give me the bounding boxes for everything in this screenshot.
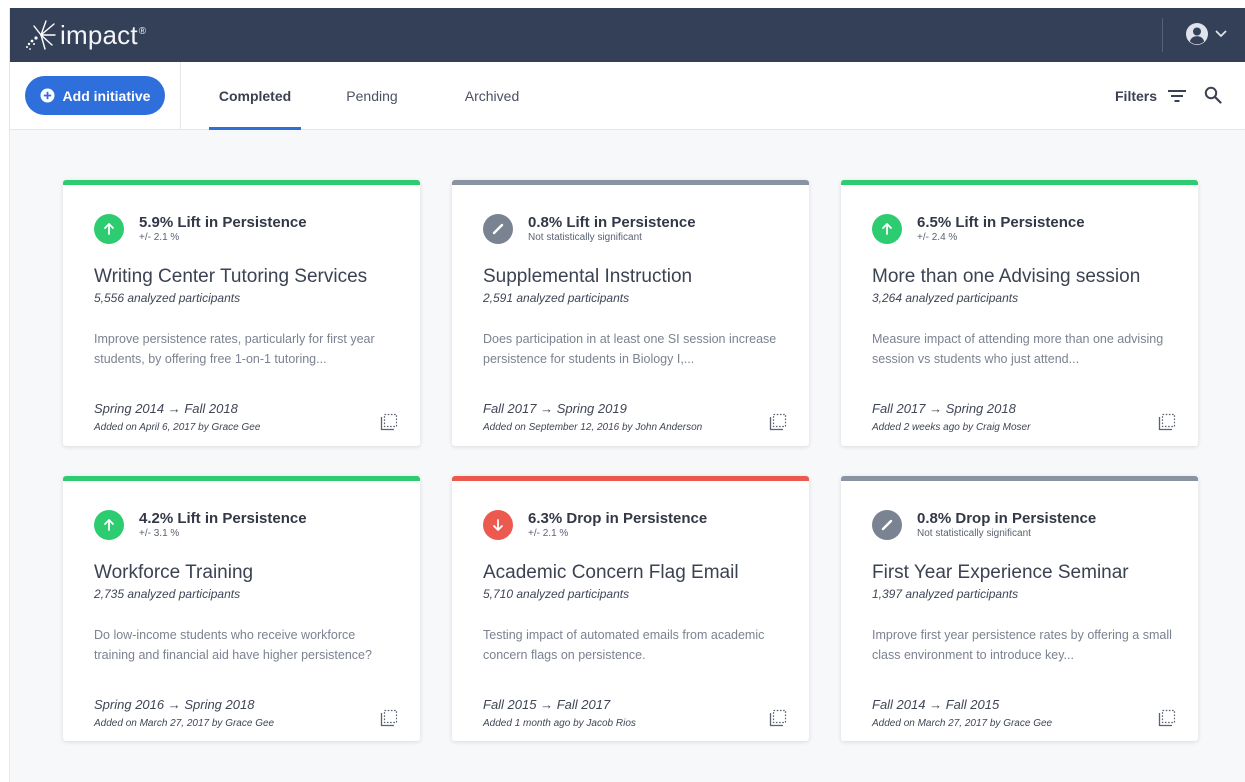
participant-count: 2,735 analyzed participants <box>94 587 241 601</box>
user-menu[interactable] <box>1185 22 1227 46</box>
metric-subtitle: Not statistically significant <box>528 232 642 243</box>
arrow-up-icon <box>872 214 902 244</box>
initiative-card-first-year-seminar[interactable]: 0.8% Drop in Persistence Not statistical… <box>841 476 1198 741</box>
added-info: Added on March 27, 2017 by Grace Gee <box>94 718 275 729</box>
expand-card-button[interactable] <box>769 413 787 436</box>
window-top-edge <box>0 0 1245 8</box>
filters-button[interactable]: Filters <box>1115 62 1187 130</box>
participant-count: 2,591 analyzed participants <box>483 291 630 305</box>
metric-title: 4.2% Lift in Persistence <box>139 510 307 527</box>
metric-subtitle: +/- 2.1 % <box>139 232 180 243</box>
date-range: Fall 2017 → Spring 2018 <box>872 401 1016 416</box>
card-metric: 0.8% Lift in Persistence Not statistical… <box>483 214 696 244</box>
arrow-up-icon <box>94 510 124 540</box>
date-range: Fall 2014 → Fall 2015 <box>872 697 1000 712</box>
metric-subtitle: +/- 3.1 % <box>139 528 180 539</box>
expand-card-button[interactable] <box>1158 413 1176 436</box>
plus-circle-icon <box>40 88 55 103</box>
added-info: Added 2 weeks ago by Craig Moser <box>872 422 1031 433</box>
added-info: Added 1 month ago by Jacob Rios <box>483 718 636 729</box>
app-name: impact® <box>60 19 147 50</box>
metric-title: 6.3% Drop in Persistence <box>528 510 708 527</box>
card-title[interactable]: Academic Concern Flag Email <box>483 562 739 584</box>
impact-logo-icon <box>26 20 56 50</box>
metric-title: 0.8% Drop in Persistence <box>917 510 1097 527</box>
date-range: Spring 2016 → Spring 2018 <box>94 697 255 712</box>
card-title[interactable]: More than one Advising session <box>872 266 1140 288</box>
filter-lines-icon <box>1168 90 1187 102</box>
dotted-box-icon <box>769 413 787 431</box>
date-range: Fall 2015 → Fall 2017 <box>483 697 611 712</box>
participant-count: 1,397 analyzed participants <box>872 587 1019 601</box>
card-description: Improve persistence rates, particularly … <box>94 332 375 366</box>
tab-pending[interactable]: Pending <box>336 62 408 130</box>
participant-count: 5,556 analyzed participants <box>94 291 241 305</box>
card-description: Does participation in at least one SI se… <box>483 332 777 366</box>
card-metric: 5.9% Lift in Persistence +/- 2.1 % <box>94 214 307 244</box>
search-icon <box>1204 86 1222 104</box>
card-metric: 0.8% Drop in Persistence Not statistical… <box>872 510 1096 540</box>
initiative-card-advising-session[interactable]: 6.5% Lift in Persistence +/- 2.4 % More … <box>841 180 1198 446</box>
card-description: Improve first year persistence rates by … <box>872 628 1172 662</box>
metric-title: 5.9% Lift in Persistence <box>139 214 307 231</box>
chevron-down-icon <box>1215 30 1227 38</box>
added-info: Added on September 12, 2016 by John Ande… <box>483 422 703 433</box>
date-range: Spring 2014 → Fall 2018 <box>94 401 238 416</box>
card-description: Do low-income students who receive workf… <box>94 628 372 662</box>
dotted-box-icon <box>1158 709 1176 727</box>
card-description: Testing impact of automated emails from … <box>483 628 765 662</box>
card-metric: 4.2% Lift in Persistence +/- 3.1 % <box>94 510 307 540</box>
added-info: Added on March 27, 2017 by Grace Gee <box>872 718 1053 729</box>
filters-label: Filters <box>1115 88 1158 104</box>
dotted-box-icon <box>769 709 787 727</box>
pencil-slash-icon <box>872 510 902 540</box>
initiative-card-supplemental-instruction[interactable]: 0.8% Lift in Persistence Not statistical… <box>452 180 809 446</box>
search-button[interactable] <box>1204 86 1222 109</box>
expand-card-button[interactable] <box>380 709 398 732</box>
metric-title: 6.5% Lift in Persistence <box>917 214 1085 231</box>
initiative-card-writing-center[interactable]: 5.9% Lift in Persistence +/- 2.1 % Writi… <box>63 180 420 446</box>
metric-title: 0.8% Lift in Persistence <box>528 214 696 231</box>
initiatives-toolbar: Add initiative Completed Pending Archive… <box>10 62 1245 130</box>
card-title[interactable]: Writing Center Tutoring Services <box>94 266 367 288</box>
window-left-edge <box>0 8 10 782</box>
dotted-box-icon <box>380 413 398 431</box>
card-metric: 6.5% Lift in Persistence +/- 2.4 % <box>872 214 1085 244</box>
arrow-up-icon <box>94 214 124 244</box>
add-initiative-label: Add initiative <box>62 87 151 104</box>
expand-card-button[interactable] <box>769 709 787 732</box>
top-navbar: impact® <box>10 8 1245 62</box>
add-initiative-button[interactable]: Add initiative <box>25 76 165 115</box>
metric-subtitle: +/- 2.1 % <box>528 528 569 539</box>
participant-count: 5,710 analyzed participants <box>483 587 630 601</box>
card-title[interactable]: Workforce Training <box>94 562 253 584</box>
navbar-divider <box>1162 18 1163 52</box>
metric-subtitle: +/- 2.4 % <box>917 232 958 243</box>
dotted-box-icon <box>380 709 398 727</box>
arrow-down-icon <box>483 510 513 540</box>
toolbar-divider <box>180 62 181 130</box>
expand-card-button[interactable] <box>1158 709 1176 732</box>
expand-card-button[interactable] <box>380 413 398 436</box>
card-description: Measure impact of attending more than on… <box>872 332 1164 366</box>
tab-archived[interactable]: Archived <box>453 62 531 130</box>
user-avatar-icon <box>1186 23 1208 45</box>
card-metric: 6.3% Drop in Persistence +/- 2.1 % <box>483 510 707 540</box>
app-logo[interactable]: impact® <box>24 18 146 52</box>
trademark-symbol: ® <box>138 25 147 37</box>
tab-completed[interactable]: Completed <box>209 62 301 130</box>
card-title[interactable]: First Year Experience Seminar <box>872 562 1129 584</box>
participant-count: 3,264 analyzed participants <box>872 291 1019 305</box>
metric-subtitle: Not statistically significant <box>917 528 1031 539</box>
pencil-slash-icon <box>483 214 513 244</box>
initiative-card-workforce-training[interactable]: 4.2% Lift in Persistence +/- 3.1 % Workf… <box>63 476 420 741</box>
dotted-box-icon <box>1158 413 1176 431</box>
initiative-card-academic-concern[interactable]: 6.3% Drop in Persistence +/- 2.1 % Acade… <box>452 476 809 741</box>
date-range: Fall 2017 → Spring 2019 <box>483 401 627 416</box>
added-info: Added on April 6, 2017 by Grace Gee <box>94 422 261 433</box>
card-title[interactable]: Supplemental Instruction <box>483 266 692 288</box>
